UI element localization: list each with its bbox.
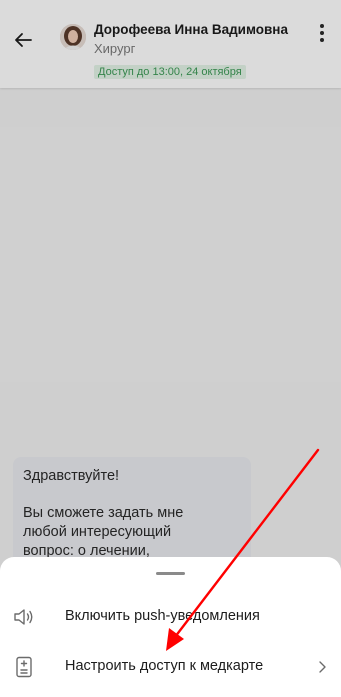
push-notifications-item[interactable]: Включить push-уведомления xyxy=(0,594,341,640)
medical-record-icon xyxy=(16,656,32,678)
bottom-sheet: Включить push-уведомления Настроить дост… xyxy=(0,557,341,697)
push-notifications-label: Включить push-уведомления xyxy=(65,608,260,624)
chevron-right-icon xyxy=(319,661,326,673)
medical-record-access-label: Настроить доступ к медкарте xyxy=(65,658,264,674)
medical-record-access-item[interactable]: Настроить доступ к медкарте xyxy=(0,644,341,690)
sheet-grabber[interactable] xyxy=(156,572,185,575)
speaker-icon xyxy=(14,609,33,625)
